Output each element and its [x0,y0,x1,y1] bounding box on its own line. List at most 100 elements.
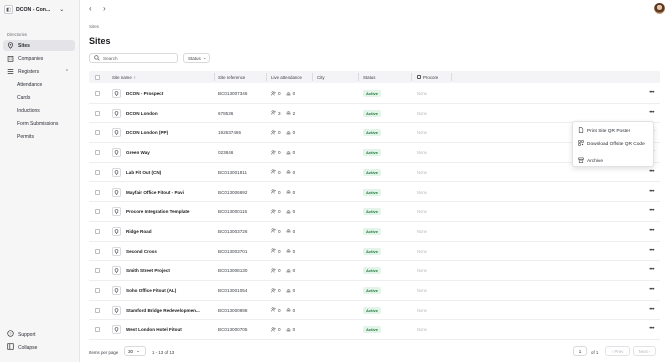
site-reference: BC013000898 [218,307,248,313]
forward-arrow-icon[interactable]: › [103,4,106,13]
column-site-name[interactable]: Site name ↑ [112,71,136,83]
site-name-link[interactable]: DCON London [126,104,158,123]
site-name-link[interactable]: Procore Integration Template [126,202,189,221]
site-name-link[interactable]: Lab Fit Out (CN) [126,163,161,182]
status-badge: Active [363,326,382,334]
menu-item-print-qr-poster[interactable]: Print Site QR Poster [578,127,630,135]
sidebar-item-sites[interactable]: Sites [3,40,75,51]
sidebar-subitem-attendance[interactable]: Attendance [17,82,42,88]
avatar[interactable] [654,3,665,14]
more-actions-icon[interactable]: ••• [649,208,654,214]
search-placeholder: Search [103,55,118,61]
worker-group-icon [286,228,291,234]
items-per-page-select[interactable]: 30 ⌄ [124,346,146,356]
row-checkbox[interactable] [95,130,100,136]
site-name-link[interactable]: Smith Street Project [126,261,170,280]
site-name-link[interactable]: Soho Office Fitout (AL) [126,281,176,300]
more-actions-icon[interactable]: ••• [649,189,654,195]
map-pin-icon [112,246,121,256]
sidebar-subitem-permits[interactable]: Permits [17,134,34,140]
table-row[interactable]: Smith Street Project BC013008130 0 0 Active N… [89,261,660,281]
menu-item-download-offsite-qr[interactable]: Download Offsite QR Code [578,140,645,148]
more-actions-icon[interactable]: ••• [649,287,654,293]
site-name-link[interactable]: DCON - Prospect [126,84,163,103]
select-all-checkbox[interactable] [95,74,100,80]
sidebar-item-registers[interactable]: Registers ⌃ [3,66,75,77]
sidebar-subitem-form-submissions[interactable]: Form Submissions [17,121,58,127]
attendance-count-onsite: 0 [278,189,281,195]
live-attendance: 32 [271,104,295,123]
map-pin-icon [7,42,14,49]
site-reference: BC013001054 [218,288,248,293]
collapse-button[interactable]: Collapse [7,343,37,352]
site-reference: BC013000705 [218,327,248,333]
prev-page-button[interactable]: ‹ Prev [605,346,630,356]
more-actions-icon[interactable]: ••• [649,110,654,116]
page-number-input[interactable]: 1 [573,346,587,356]
menu-item-archive[interactable]: Archive [578,157,603,165]
site-name-link[interactable]: West London Hotel Fitout [126,320,182,339]
next-page-button[interactable]: Next › [633,346,656,356]
people-icon [271,90,276,97]
status-badge: Active [363,247,382,255]
row-checkbox[interactable] [95,189,100,195]
search-input[interactable]: Search [89,53,178,63]
table-row[interactable]: DCON - Prospect BC013007346 0 0 Active None ••… [89,84,660,104]
map-pin-icon [112,167,121,177]
more-actions-icon[interactable]: ••• [649,169,654,175]
column-procore[interactable]: Procore [417,71,438,83]
more-actions-icon[interactable]: ••• [649,228,654,234]
org-switcher[interactable]: ◧ DCON - Con... ⌄ [4,4,64,15]
table-row[interactable]: Mayfair Office Fitout - Pavi BC013006692 0… [89,183,660,203]
site-name-link[interactable]: DCON London (PP) [126,123,168,142]
site-name-link[interactable]: Stamford Bridge Redevelopmen... [126,301,200,320]
status-filter-button[interactable]: Status ⌄ [183,53,210,63]
chevron-up-icon: ⌃ [64,68,69,75]
live-attendance: 00 [271,202,295,221]
sidebar-item-companies[interactable]: Companies [3,53,75,64]
more-actions-icon[interactable]: ••• [649,307,654,313]
row-checkbox[interactable] [95,327,100,333]
column-site-reference[interactable]: Site reference [218,71,245,83]
site-name-link[interactable]: Ridge Road [126,222,152,241]
worker-group-icon [286,189,291,195]
row-checkbox[interactable] [95,150,100,156]
back-arrow-icon[interactable]: ‹ [89,4,92,13]
row-checkbox[interactable] [95,268,100,274]
row-checkbox[interactable] [95,209,100,215]
site-name-link[interactable]: Mayfair Office Fitout - Pavi [126,183,184,202]
row-checkbox[interactable] [95,248,100,254]
table-row[interactable]: Ridge Road BC013003726 0 0 Active None ••• [89,222,660,242]
row-checkbox[interactable] [95,288,100,293]
table-row[interactable]: West London Hotel Fitout BC013000705 0 0 Act… [89,320,660,341]
more-actions-icon[interactable]: ••• [649,326,654,332]
sidebar-subitem-cards[interactable]: Cards [17,95,30,101]
more-actions-icon[interactable]: ••• [649,90,654,96]
table-row[interactable]: Stamford Bridge Redevelopmen... BC0130008… [89,301,660,321]
row-checkbox[interactable] [95,307,100,313]
row-checkbox[interactable] [95,228,100,234]
row-checkbox[interactable] [95,169,100,175]
breadcrumb[interactable]: Sites [89,24,99,29]
collapse-icon [7,343,14,352]
row-checkbox[interactable] [95,91,100,96]
table-row[interactable]: Second Cross BC013003701 0 0 Active None ••• [89,242,660,262]
support-link[interactable]: ? Support [7,330,36,339]
worker-group-icon [286,268,291,274]
column-status[interactable]: Status [363,71,375,83]
search-icon [94,54,100,62]
table-row[interactable]: Procore Integration Template BC013000115 0… [89,202,660,222]
live-attendance: 00 [271,163,295,182]
people-icon [271,209,276,215]
row-checkbox[interactable] [95,110,100,116]
column-live-attendance[interactable]: Live attendance [271,71,302,83]
sidebar-subitem-inductions[interactable]: Inductions [17,108,40,114]
site-name-link[interactable]: Green Way [126,143,150,162]
more-actions-icon[interactable]: ••• [649,248,654,254]
column-city[interactable]: City [317,71,325,83]
map-pin-icon [112,108,121,118]
table-row[interactable]: Soho Office Fitout (AL) BC013001054 0 0 Acti… [89,281,660,301]
more-actions-icon[interactable]: ••• [649,267,654,273]
site-name-link[interactable]: Second Cross [126,242,157,261]
status-badge: Active [363,168,382,176]
